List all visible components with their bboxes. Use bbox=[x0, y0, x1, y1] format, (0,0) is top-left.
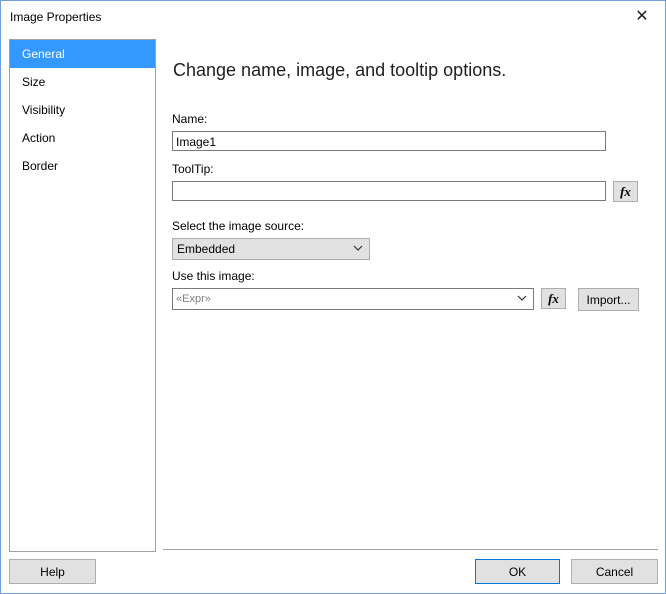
sidebar-item-label: Size bbox=[22, 75, 46, 89]
sidebar-nav: General Size Visibility Action Border bbox=[9, 39, 156, 552]
use-image-value: «Expr» bbox=[176, 293, 211, 305]
tooltip-expression-button[interactable]: fx bbox=[613, 181, 638, 202]
sidebar-item-label: General bbox=[22, 47, 65, 61]
page-title: Change name, image, and tooltip options. bbox=[173, 60, 507, 80]
sidebar-item-size[interactable]: Size bbox=[10, 68, 155, 96]
tooltip-input[interactable] bbox=[172, 181, 606, 201]
image-properties-dialog: Image Properties ✕ General Size Visibili… bbox=[0, 0, 666, 594]
title-bar: Image Properties ✕ bbox=[1, 1, 665, 32]
sidebar-item-label: Visibility bbox=[22, 103, 66, 117]
cancel-button[interactable]: Cancel bbox=[571, 559, 658, 584]
chevron-down-icon bbox=[353, 245, 363, 251]
sidebar-item-general[interactable]: General bbox=[10, 40, 155, 68]
ok-button[interactable]: OK bbox=[475, 559, 560, 584]
name-label: Name: bbox=[172, 112, 208, 126]
use-image-expression-button[interactable]: fx bbox=[541, 288, 566, 309]
image-source-value: Embedded bbox=[177, 242, 236, 256]
cancel-button-label: Cancel bbox=[595, 564, 634, 579]
close-icon: ✕ bbox=[635, 8, 649, 25]
fx-icon: fx bbox=[620, 183, 631, 199]
sidebar-item-border[interactable]: Border bbox=[10, 152, 155, 180]
ok-button-label: OK bbox=[508, 564, 527, 579]
footer-divider bbox=[163, 549, 658, 550]
use-image-label: Use this image: bbox=[172, 269, 255, 283]
window-title: Image Properties bbox=[10, 10, 102, 24]
tooltip-label: ToolTip: bbox=[172, 162, 214, 176]
sidebar-item-label: Border bbox=[22, 159, 59, 173]
help-button-label: Help bbox=[40, 564, 65, 579]
image-source-select[interactable]: Embedded bbox=[172, 238, 370, 260]
help-button[interactable]: Help bbox=[9, 559, 96, 584]
chevron-down-icon bbox=[517, 295, 527, 301]
sidebar-item-visibility[interactable]: Visibility bbox=[10, 96, 155, 124]
use-image-combobox[interactable]: «Expr» bbox=[172, 288, 534, 310]
fx-icon: fx bbox=[548, 290, 559, 306]
import-button[interactable]: Import... bbox=[578, 288, 639, 311]
import-button-label: Import... bbox=[586, 292, 631, 307]
close-button[interactable]: ✕ bbox=[619, 1, 665, 31]
sidebar-item-action[interactable]: Action bbox=[10, 124, 155, 152]
general-panel: Change name, image, and tooltip options.… bbox=[164, 39, 661, 549]
sidebar-item-label: Action bbox=[22, 131, 56, 145]
name-input[interactable]: Image1 bbox=[172, 131, 606, 151]
image-source-label: Select the image source: bbox=[172, 219, 305, 233]
